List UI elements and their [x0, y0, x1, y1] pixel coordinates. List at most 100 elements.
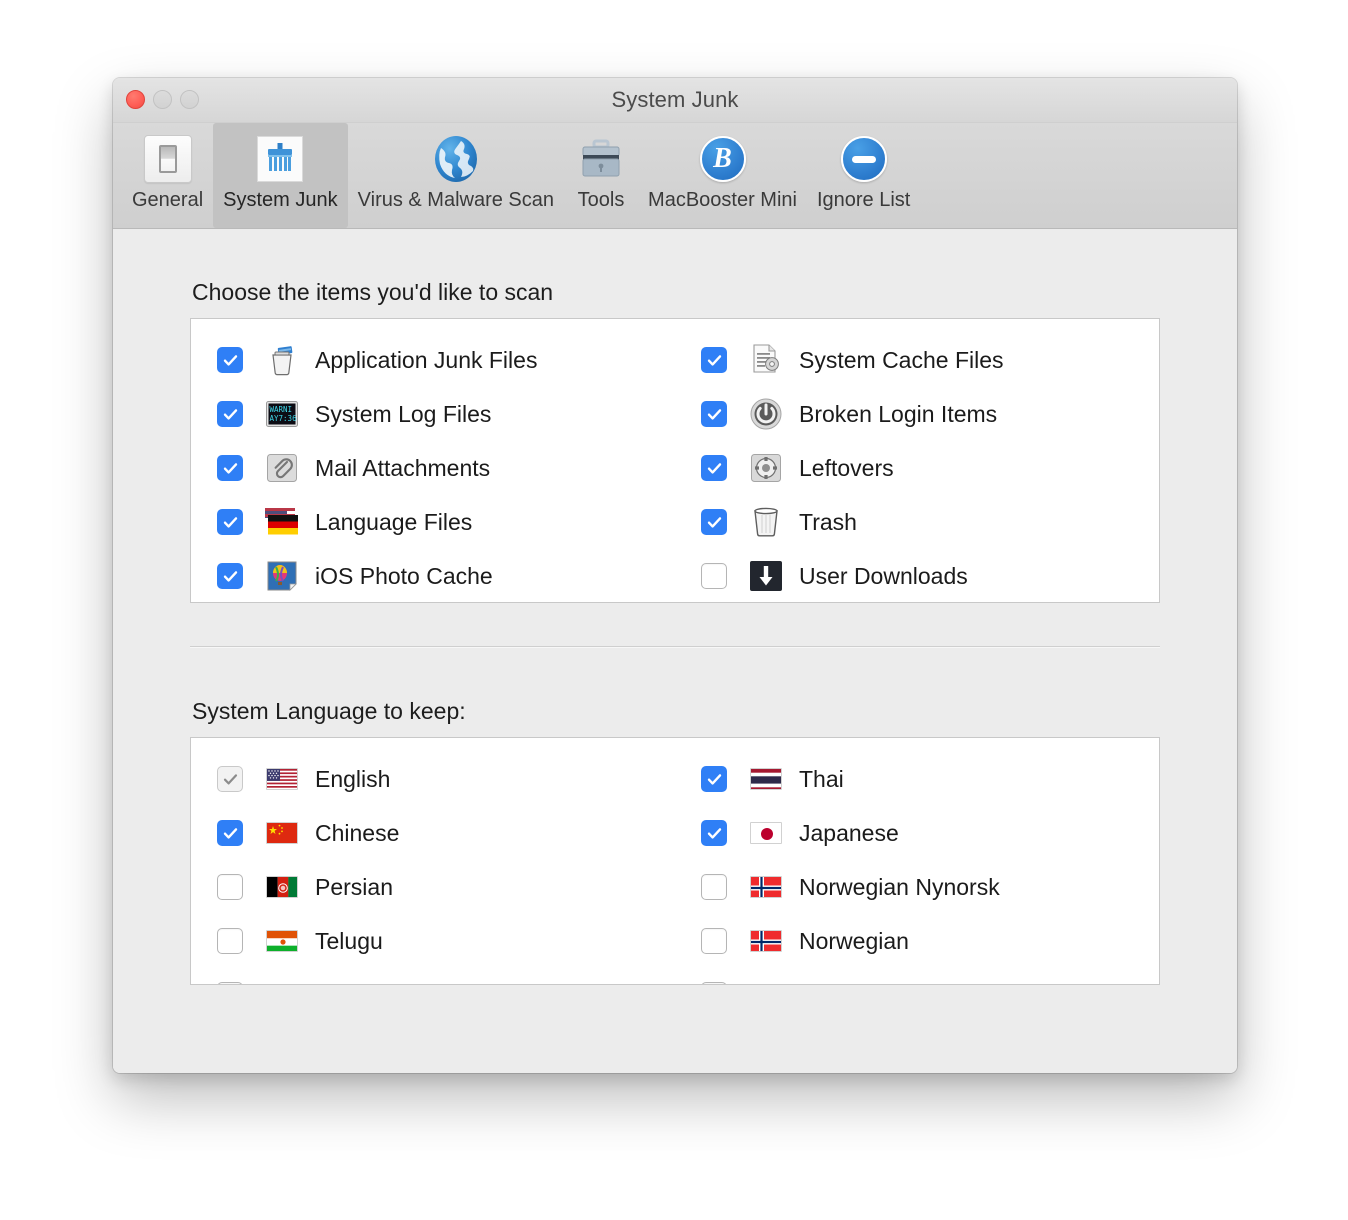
checkbox-mendar[interactable] — [701, 982, 727, 984]
list-item-label: Norwegian — [799, 927, 909, 954]
list-item[interactable]: Trash — [675, 495, 1159, 549]
list-item-label: Mail Attachments — [315, 454, 491, 481]
language-section-heading: System Language to keep: — [192, 698, 466, 724]
list-item[interactable]: Japanese — [675, 806, 1159, 860]
checkbox-persian[interactable] — [217, 874, 243, 900]
window-titlebar: System Junk — [113, 78, 1237, 123]
language-right-column: Thai Japanese Norwegian Nynorsk Norwegia… — [675, 738, 1159, 984]
tab-tools-label: Tools — [577, 189, 625, 211]
list-item-label: Telugu — [315, 927, 383, 954]
document-gear-icon — [749, 343, 783, 377]
list-item-label: Application Junk Files — [315, 346, 538, 373]
list-item[interactable]: WARNI AY7:36 System Log Files — [191, 387, 675, 441]
list-item-label: System Log Files — [315, 400, 492, 427]
tab-tools[interactable]: Tools — [564, 123, 638, 228]
scan-items-right-column: System Cache Files Broken Login Items Le… — [675, 319, 1159, 602]
power-button-icon — [749, 397, 783, 431]
checkbox-armenian[interactable] — [217, 982, 243, 984]
light-switch-icon — [141, 132, 195, 186]
checkbox-user-downloads[interactable] — [701, 563, 727, 589]
list-item-label: Leftovers — [799, 454, 894, 481]
flag-no-icon — [749, 924, 783, 958]
language-left-column: English Chinese Persian Telugu — [191, 738, 675, 984]
checkbox-japanese[interactable] — [701, 820, 727, 846]
checkbox-system-cache-files[interactable] — [701, 347, 727, 373]
toolbox-icon — [574, 132, 628, 186]
checkbox-language-files[interactable] — [217, 509, 243, 535]
list-item-label: Chinese — [315, 819, 400, 846]
checkbox-application-junk-files[interactable] — [217, 347, 243, 373]
list-item[interactable]: Broken Login Items — [675, 387, 1159, 441]
list-item-label: User Downloads — [799, 562, 968, 589]
svg-text:AY7:36: AY7:36 — [270, 414, 298, 423]
checkbox-norwegian-nynorsk[interactable] — [701, 874, 727, 900]
checkbox-telugu[interactable] — [217, 928, 243, 954]
tab-system-junk[interactable]: System Junk — [213, 123, 348, 228]
tab-macbooster-mini[interactable]: B MacBooster Mini — [638, 123, 807, 228]
desktop-background: System Junk General System Junk Virus & … — [0, 0, 1348, 1220]
window-title: System Junk — [611, 87, 739, 112]
tab-macbooster-mini-label: MacBooster Mini — [648, 189, 797, 211]
list-item[interactable]: Thai — [675, 752, 1159, 806]
list-item[interactable]: Telugu — [191, 914, 675, 968]
checkbox-mail-attachments[interactable] — [217, 455, 243, 481]
trash-can-icon — [749, 505, 783, 539]
list-item-label: System Cache Files — [799, 346, 1004, 373]
tab-ignore-list-label: Ignore List — [816, 189, 911, 211]
no-entry-icon — [837, 132, 891, 186]
scan-items-list[interactable]: Application Junk Files WARNI AY7:36 Syst… — [190, 318, 1160, 603]
tab-ignore-list[interactable]: Ignore List — [807, 123, 920, 228]
language-list[interactable]: English Chinese Persian Telugu Thai Japa… — [190, 737, 1160, 985]
german-flag-icon — [265, 505, 299, 539]
list-item[interactable]: Application Junk Files — [191, 333, 675, 387]
list-item-label: Norwegian Nynorsk — [799, 873, 1000, 900]
scan-section-heading: Choose the items you'd like to scan — [192, 279, 554, 305]
checkbox-trash[interactable] — [701, 509, 727, 535]
tab-general[interactable]: General — [122, 123, 213, 228]
checkbox-broken-login-items[interactable] — [701, 401, 727, 427]
flag-ne-icon — [265, 924, 299, 958]
system-junk-preferences-window: System Junk General System Junk Virus & … — [113, 78, 1237, 1073]
list-item-label: Armenian — [315, 982, 413, 985]
checkbox-norwegian[interactable] — [701, 928, 727, 954]
photo-balloon-icon — [265, 559, 299, 593]
flag-af-icon — [265, 870, 299, 904]
list-item[interactable]: Persian — [191, 860, 675, 914]
list-item[interactable]: iOS Photo Cache — [191, 549, 675, 602]
list-item[interactable]: Language Files — [191, 495, 675, 549]
list-item[interactable]: English — [191, 752, 675, 806]
list-item[interactable]: Norwegian Nynorsk — [675, 860, 1159, 914]
list-item[interactable]: Norwegian — [675, 914, 1159, 968]
list-item[interactable]: Armenian — [191, 968, 675, 985]
checkbox-ios-photo-cache[interactable] — [217, 563, 243, 589]
list-item[interactable]: Chinese — [191, 806, 675, 860]
checkbox-english — [217, 766, 243, 792]
list-item-label: Thai — [799, 765, 844, 792]
paperclip-icon — [265, 451, 299, 485]
checkbox-leftovers[interactable] — [701, 455, 727, 481]
list-item-label: English — [315, 765, 391, 792]
tab-virus-malware-scan-label: Virus & Malware Scan — [357, 189, 555, 211]
list-item[interactable]: System Cache Files — [675, 333, 1159, 387]
list-item-label: iOS Photo Cache — [315, 562, 493, 589]
list-item-label: Broken Login Items — [799, 400, 998, 427]
flag-cn-icon — [265, 816, 299, 850]
tab-general-label: General — [132, 189, 204, 211]
list-item[interactable]: Mendar — [675, 968, 1159, 985]
list-item-label: Mendar — [799, 982, 877, 985]
flag-no-icon — [749, 870, 783, 904]
macbooster-b-icon: B — [696, 132, 750, 186]
broom-icon — [253, 132, 307, 186]
list-item[interactable]: Mail Attachments — [191, 441, 675, 495]
list-item[interactable]: User Downloads — [675, 549, 1159, 602]
app-junk-trash-icon — [265, 343, 299, 377]
list-item-label: Japanese — [799, 819, 899, 846]
list-item[interactable]: Leftovers — [675, 441, 1159, 495]
checkbox-thai[interactable] — [701, 766, 727, 792]
list-item-label: Language Files — [315, 508, 473, 535]
tab-virus-malware-scan[interactable]: Virus & Malware Scan — [348, 123, 564, 228]
log-console-icon: WARNI AY7:36 — [265, 397, 299, 431]
gear-tile-icon — [749, 451, 783, 485]
checkbox-system-log-files[interactable] — [217, 401, 243, 427]
checkbox-chinese[interactable] — [217, 820, 243, 846]
